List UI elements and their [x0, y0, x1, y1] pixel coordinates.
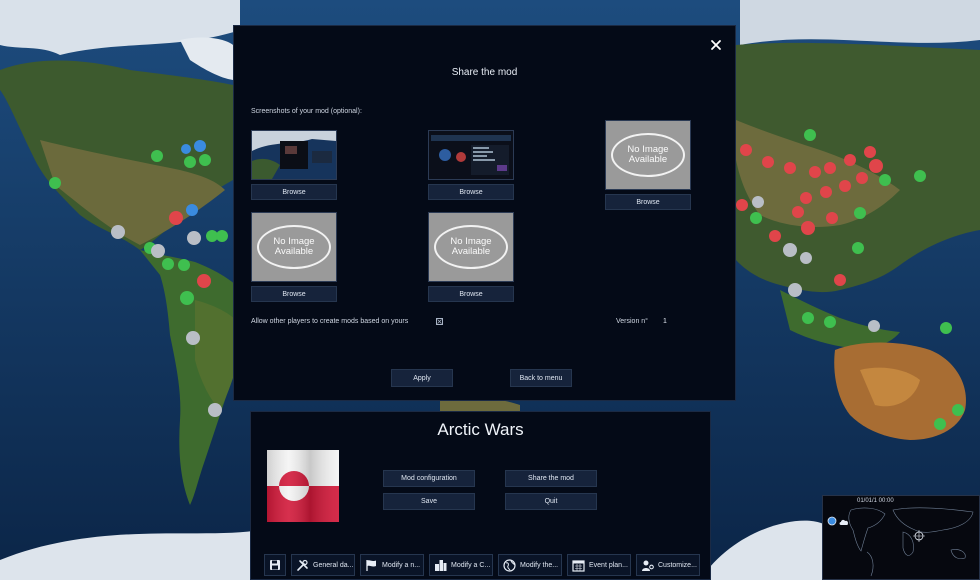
- screenshot-slot-1: Browse: [251, 120, 337, 200]
- browse-button-5[interactable]: Browse: [428, 286, 514, 302]
- greenland-flag-image: [267, 450, 339, 522]
- mod-configuration-button[interactable]: Mod configuration: [383, 470, 475, 487]
- cloud-icon[interactable]: [839, 518, 849, 526]
- allow-derivatives-label: Allow other players to create mods based…: [251, 318, 409, 325]
- toolbar-event-planner[interactable]: Event plan...: [567, 554, 631, 576]
- city-icon: [435, 559, 447, 571]
- screenshot-thumbnail-1: [251, 130, 337, 180]
- tools-icon: [297, 559, 308, 571]
- calendar-icon: [572, 559, 585, 572]
- apply-button[interactable]: Apply: [391, 369, 453, 387]
- quit-button[interactable]: Quit: [505, 493, 597, 510]
- back-to-menu-button[interactable]: Back to menu: [510, 369, 572, 387]
- close-icon[interactable]: [709, 38, 723, 52]
- screenshot-slot-3: No Image Available Browse: [605, 120, 691, 210]
- globe-icon: [503, 558, 516, 572]
- dialog-title: Share the mod: [451, 67, 518, 78]
- no-image-placeholder-3: No Image Available: [605, 120, 691, 190]
- share-mod-button[interactable]: Share the mod: [505, 470, 597, 487]
- screenshot-slot-4: No Image Available Browse: [251, 212, 337, 302]
- screenshots-label: Screenshots of your mod (optional):: [251, 108, 362, 115]
- browse-button-4[interactable]: Browse: [251, 286, 337, 302]
- no-image-placeholder-5: No Image Available: [428, 212, 514, 282]
- toolbar-label: Modify a n...: [382, 561, 421, 569]
- globe-icon[interactable]: [827, 516, 837, 526]
- browse-button-2[interactable]: Browse: [428, 184, 514, 200]
- no-image-text: Available: [274, 246, 314, 257]
- no-image-text: Available: [451, 246, 491, 257]
- no-image-placeholder-4: No Image Available: [251, 212, 337, 282]
- screenshot-slot-2: Browse: [428, 120, 514, 200]
- version-value[interactable]: 1: [663, 318, 667, 325]
- toolbar-modify-city[interactable]: Modify a C...: [429, 554, 493, 576]
- mod-title: Arctic Wars: [437, 420, 524, 439]
- flag-icon: [366, 559, 376, 571]
- toolbar-customize[interactable]: Customize...: [636, 554, 700, 576]
- minimap[interactable]: 01/01/1 00:00: [822, 495, 980, 580]
- toolbar-label: General da...: [313, 561, 354, 569]
- toolbar-label: Modify the...: [520, 561, 559, 569]
- toolbar-label: Modify a C...: [451, 561, 491, 569]
- version-label: Version n°: [616, 318, 648, 325]
- user-gear-icon: [642, 560, 654, 571]
- no-image-text: Available: [628, 154, 668, 165]
- screenshot-thumbnail-2: [428, 130, 514, 180]
- floppy-disk-icon: [270, 560, 280, 570]
- toolbar-label: Event plan...: [589, 561, 628, 569]
- browse-button-3[interactable]: Browse: [605, 194, 691, 210]
- toolbar-label: Customize...: [658, 561, 697, 569]
- minimap-world-outline: [848, 507, 974, 577]
- screenshot-slot-5: No Image Available Browse: [428, 212, 514, 302]
- browse-button-1[interactable]: Browse: [251, 184, 337, 200]
- save-button[interactable]: Save: [383, 493, 475, 510]
- toolbar-modify-nation[interactable]: Modify a n...: [360, 554, 424, 576]
- allow-derivatives-checkbox[interactable]: [436, 318, 443, 325]
- toolbar-general-data[interactable]: General da...: [291, 554, 355, 576]
- share-mod-dialog: Share the mod Screenshots of your mod (o…: [233, 25, 736, 401]
- floppy-save-button[interactable]: [264, 554, 286, 576]
- toolbar-modify-world[interactable]: Modify the...: [498, 554, 562, 576]
